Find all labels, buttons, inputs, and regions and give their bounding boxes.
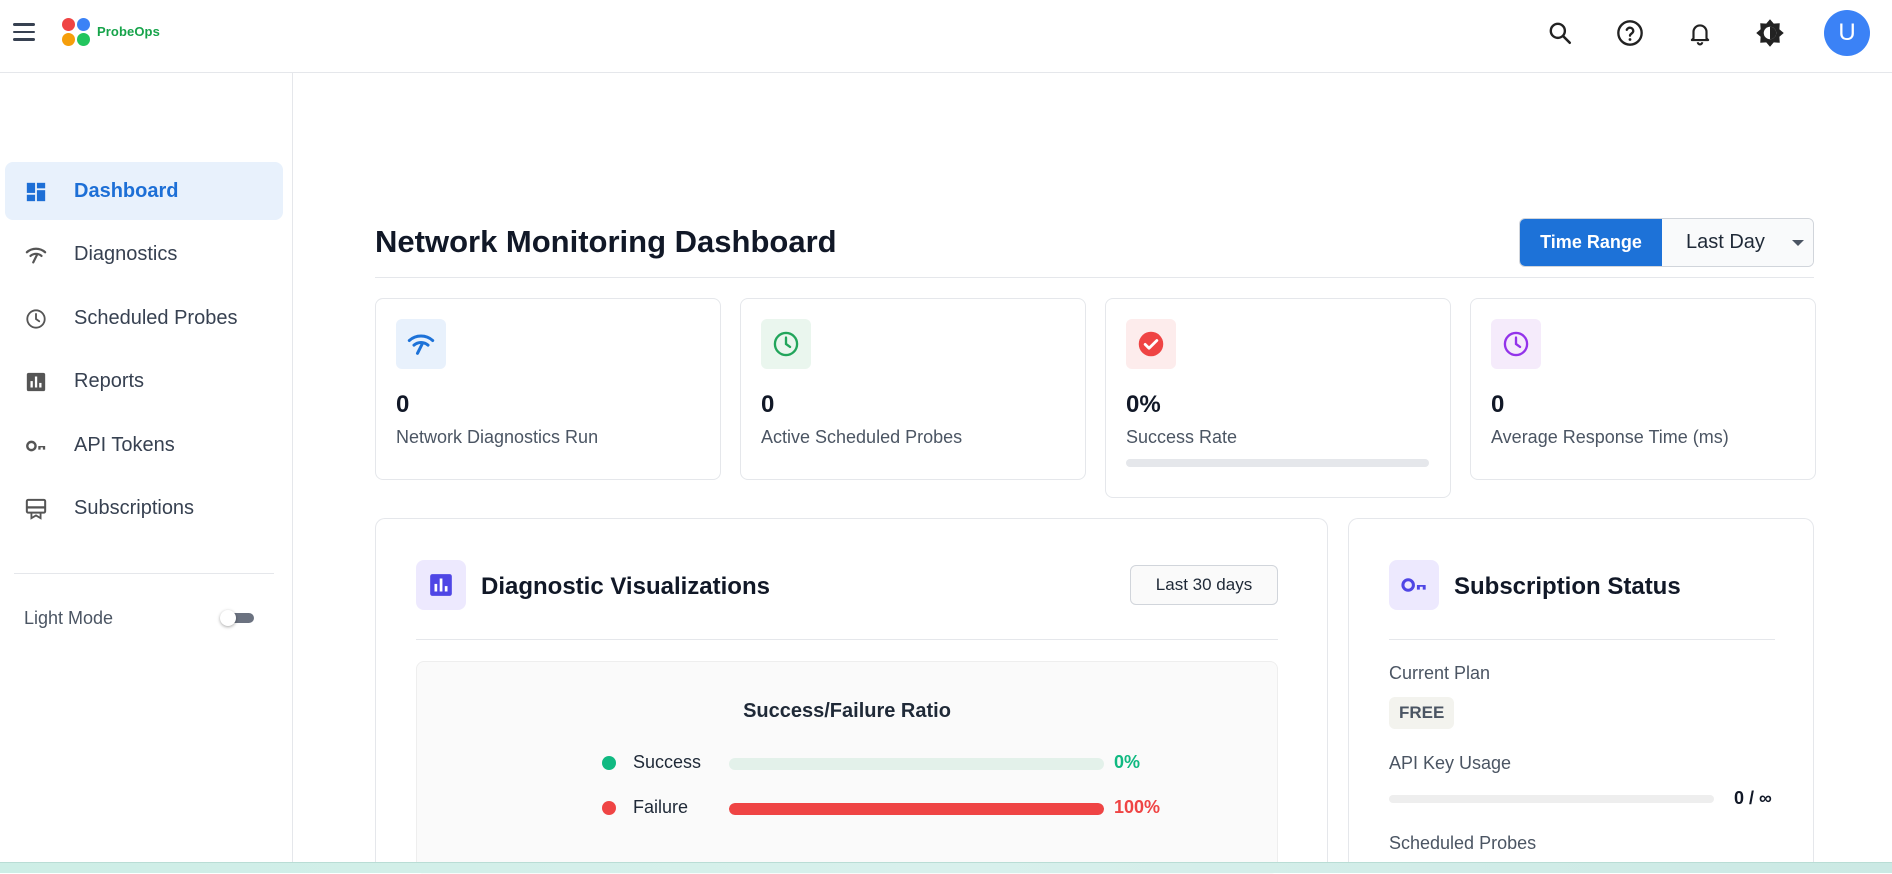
clock-icon [1491, 319, 1541, 369]
wifi-icon [25, 247, 47, 264]
stat-value: 0% [1126, 391, 1161, 418]
probeops-logo [62, 18, 92, 48]
sidebar-item-api-tokens[interactable]: API Tokens [5, 416, 283, 474]
user-avatar[interactable]: U [1824, 10, 1870, 56]
chart-data-label: 100% [1114, 797, 1161, 817]
stat-value: 0 [761, 391, 775, 418]
success-legend-dot [602, 756, 616, 770]
stat-card-diagnostics-run: 0 Network Diagnostics Run [375, 298, 721, 480]
light-mode-toggle[interactable] [220, 610, 254, 626]
dashboard-icon [26, 182, 46, 202]
sidebar-item-label: Scheduled Probes [74, 307, 238, 329]
chart-bar-track [729, 803, 1104, 815]
subscription-status-panel: Subscription Status Current Plan FREE AP… [1348, 518, 1814, 873]
stat-card-success-rate: 0% Success Rate [1105, 298, 1451, 498]
chart-row-success: Success 0% [602, 750, 1202, 774]
check-circle-icon [1126, 319, 1176, 369]
scheduled-probes-label: Scheduled Probes [1389, 833, 1537, 853]
light-mode-label: Light Mode [24, 608, 114, 628]
failure-legend-dot [602, 801, 616, 815]
stat-card-avg-response: 0 Average Response Time (ms) [1470, 298, 1816, 480]
plan-badge: FREE [1389, 697, 1455, 729]
panel-title: Diagnostic Visualizations [481, 573, 770, 600]
stat-value: 0 [1491, 391, 1505, 418]
subscriptions-icon [25, 498, 47, 520]
sidebar-item-subscriptions[interactable]: Subscriptions [5, 479, 283, 537]
current-plan-label: Current Plan [1389, 663, 1491, 683]
time-range-dropdown[interactable]: Last Day [1662, 219, 1813, 266]
chevron-down-icon [1792, 240, 1804, 246]
sidebar: Dashboard Diagnostics Scheduled Probes R… [0, 73, 293, 873]
top-app-bar: ProbeOps U [0, 0, 1892, 73]
chart-row-failure: Failure 100% [602, 795, 1202, 819]
page-title: Network Monitoring Dashboard [375, 224, 837, 259]
notifications-icon[interactable] [1685, 18, 1715, 48]
panel-title: Subscription Status [1454, 573, 1681, 600]
title-divider [375, 277, 1814, 278]
clock-icon [26, 309, 46, 329]
time-range-label: Time Range [1520, 219, 1662, 266]
stat-label: Network Diagnostics Run [396, 427, 599, 447]
sidebar-item-reports[interactable]: Reports [5, 352, 283, 410]
theme-toggle-icon[interactable] [1755, 18, 1785, 48]
api-key-usage-bar [1389, 795, 1714, 803]
time-range-selector: Time Range Last Day [1519, 218, 1814, 267]
sidebar-item-label: Reports [74, 370, 145, 392]
chart-title: Success/Failure Ratio [743, 700, 951, 722]
chart-bar-track [729, 758, 1104, 770]
chart-data-label: 0% [1114, 752, 1141, 772]
sidebar-item-label: Subscriptions [74, 497, 195, 519]
sidebar-item-label: API Tokens [74, 434, 175, 456]
panel-divider [416, 639, 1278, 640]
chart-row-label: Success [633, 752, 702, 772]
sidebar-item-dashboard[interactable]: Dashboard [5, 162, 283, 220]
chart-icon [416, 560, 466, 610]
stat-label: Success Rate [1126, 427, 1238, 447]
api-key-usage-label: API Key Usage [1389, 753, 1512, 773]
sidebar-item-scheduled-probes[interactable]: Scheduled Probes [5, 289, 283, 347]
stat-label: Active Scheduled Probes [761, 427, 963, 447]
sidebar-item-label: Dashboard [74, 180, 179, 202]
key-icon [1389, 560, 1439, 610]
diagnostic-visualizations-panel: Diagnostic Visualizations Last 30 days S… [375, 518, 1328, 874]
sidebar-divider [14, 573, 274, 574]
sidebar-item-label: Diagnostics [74, 243, 178, 265]
hamburger-menu-icon[interactable] [10, 20, 38, 44]
api-key-usage-value: 0 / ∞ [1734, 788, 1772, 808]
chart-row-label: Failure [633, 797, 689, 817]
chart-bar-failure [729, 803, 1104, 815]
help-icon[interactable] [1615, 18, 1645, 48]
search-icon[interactable] [1545, 18, 1575, 48]
wifi-icon [396, 319, 446, 369]
stat-value: 0 [396, 391, 410, 418]
chart-icon [26, 372, 46, 392]
clock-icon [761, 319, 811, 369]
stat-label: Average Response Time (ms) [1491, 427, 1729, 447]
panel-divider [1389, 639, 1775, 640]
success-failure-chart: Success/Failure Ratio Success 0% Failure… [416, 661, 1278, 874]
sidebar-item-diagnostics[interactable]: Diagnostics [5, 225, 283, 283]
success-rate-progress [1126, 459, 1429, 467]
bottom-taskbar-strip [0, 862, 1892, 873]
stat-card-active-probes: 0 Active Scheduled Probes [740, 298, 1086, 480]
time-range-value: Last Day [1686, 231, 1765, 253]
key-icon [26, 440, 46, 452]
app-name[interactable]: ProbeOps [97, 24, 160, 39]
last-30-days-button[interactable]: Last 30 days [1130, 565, 1278, 605]
